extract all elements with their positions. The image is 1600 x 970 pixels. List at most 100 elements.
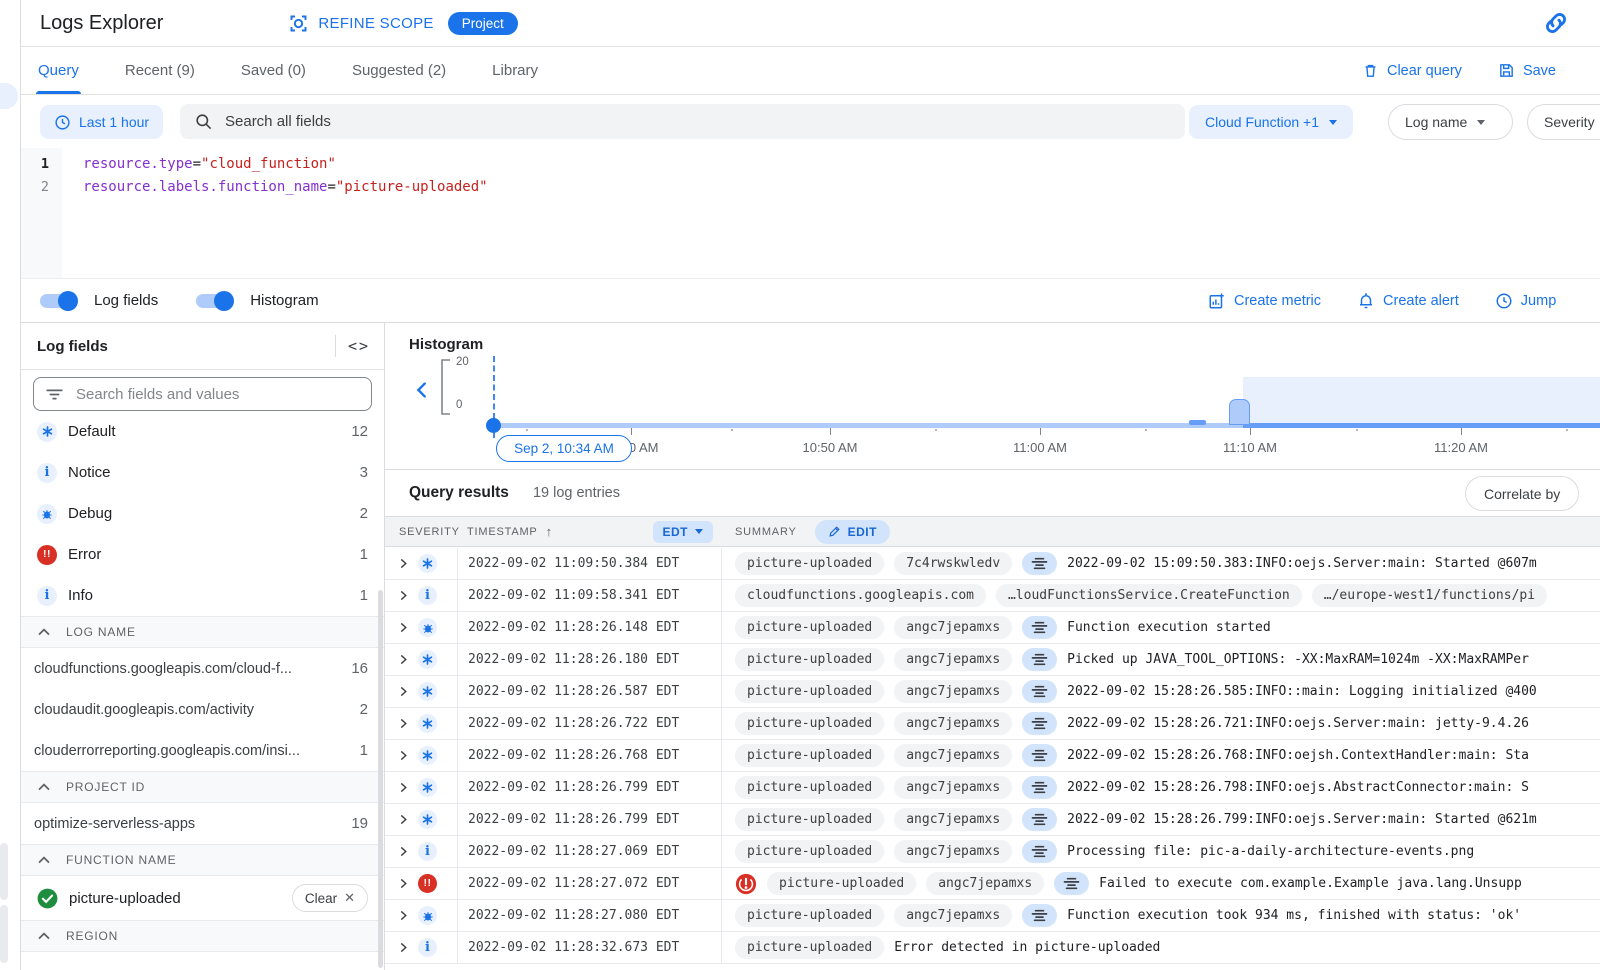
refine-scope-button[interactable]: REFINE SCOPE	[288, 13, 433, 34]
create-alert-button[interactable]: Create alert	[1357, 292, 1459, 310]
histogram-toggle[interactable]: Histogram	[196, 292, 318, 309]
expand-row-icon[interactable]	[399, 942, 408, 953]
clear-filter-button[interactable]: Clear✕	[292, 884, 368, 912]
copy-link-icon[interactable]	[1542, 9, 1570, 37]
payload-lines-icon[interactable]	[1022, 680, 1057, 703]
payload-lines-icon[interactable]	[1022, 808, 1057, 831]
payload-lines-icon[interactable]	[1022, 616, 1057, 639]
severity-facet-info[interactable]: iInfo1	[21, 575, 384, 616]
resource-chip[interactable]: picture-uploaded	[735, 744, 884, 767]
payload-lines-icon[interactable]	[1054, 872, 1089, 895]
create-metric-button[interactable]: Create metric	[1208, 292, 1321, 310]
resource-chip[interactable]: angc7jepamxs	[894, 648, 1012, 671]
payload-lines-icon[interactable]	[1022, 776, 1057, 799]
severity-filter[interactable]: Severity	[1527, 104, 1600, 140]
expand-row-icon[interactable]	[399, 910, 408, 921]
severity-facet-error[interactable]: !!Error1	[21, 534, 384, 575]
tab-saved[interactable]: Saved (0)	[239, 47, 308, 94]
search-input[interactable]	[225, 113, 1171, 130]
resource-chip[interactable]: angc7jepamxs	[894, 904, 1012, 927]
timestamp-column-header[interactable]: TIMESTAMP ↑ EDT	[457, 521, 721, 543]
resource-chip[interactable]: picture-uploaded	[735, 616, 884, 639]
facet-item[interactable]: cloudaudit.googleapis.com/activity2	[21, 689, 384, 730]
resource-chip[interactable]: picture-uploaded	[735, 840, 884, 863]
expand-row-icon[interactable]	[399, 686, 408, 697]
expand-row-icon[interactable]	[399, 558, 408, 569]
resource-chip[interactable]: angc7jepamxs	[894, 744, 1012, 767]
resource-chip[interactable]: 7c4rwskwledv	[894, 552, 1012, 575]
resource-chip[interactable]: picture-uploaded	[735, 680, 884, 703]
payload-lines-icon[interactable]	[1022, 552, 1057, 575]
resource-chip[interactable]: angc7jepamxs	[894, 808, 1012, 831]
expand-row-icon[interactable]	[399, 622, 408, 633]
expand-row-icon[interactable]	[399, 750, 408, 761]
edit-summary-button[interactable]: EDIT	[815, 520, 890, 544]
resource-chip[interactable]: picture-uploaded	[735, 776, 884, 799]
outer-scrollbar[interactable]	[0, 843, 8, 900]
resource-chip[interactable]: …loudFunctionsService.CreateFunction	[996, 584, 1302, 607]
fields-search-input[interactable]	[76, 386, 359, 403]
tab-query[interactable]: Query	[36, 47, 81, 94]
time-range-slider-handle[interactable]	[486, 418, 501, 433]
tab-library[interactable]: Library	[490, 47, 540, 94]
resource-chip[interactable]: angc7jepamxs	[894, 616, 1012, 639]
sort-ascending-icon[interactable]: ↑	[546, 524, 553, 539]
payload-lines-icon[interactable]	[1022, 904, 1057, 927]
facet-item[interactable]: optimize-serverless-apps19	[21, 803, 384, 844]
save-button[interactable]: Save	[1498, 62, 1556, 79]
resource-chip[interactable]: cloudfunctions.googleapis.com	[735, 584, 986, 607]
resource-chip[interactable]: picture-uploaded	[767, 872, 916, 895]
outer-scrollbar[interactable]	[0, 905, 8, 963]
selection-time-pill[interactable]: Sep 2, 10:34 AM	[496, 435, 632, 462]
histogram-bar[interactable]	[1229, 399, 1250, 425]
histogram-pan-left-icon[interactable]	[411, 379, 433, 401]
expand-row-icon[interactable]	[399, 654, 408, 665]
log-fields-toggle[interactable]: Log fields	[40, 292, 158, 309]
severity-facet-notice[interactable]: iNotice3	[21, 452, 384, 493]
jump-to-now-button[interactable]: Jump	[1495, 292, 1556, 310]
severity-facet-default[interactable]: Default12	[21, 411, 384, 452]
resource-chip[interactable]: angc7jepamxs	[894, 776, 1012, 799]
expand-row-icon[interactable]	[399, 878, 408, 889]
resource-chip[interactable]: picture-uploaded	[735, 552, 884, 575]
panel-scrollbar[interactable]	[378, 590, 383, 968]
expand-row-icon[interactable]	[399, 814, 408, 825]
section-header-project-id[interactable]: PROJECT ID	[21, 771, 384, 803]
histogram-bar[interactable]	[1189, 420, 1206, 425]
resource-filter-chip[interactable]: Cloud Function +1	[1189, 105, 1353, 139]
query-editor[interactable]: 12 resource.type="cloud_function"resourc…	[21, 148, 1600, 278]
resource-chip[interactable]: …/europe-west1/functions/pi	[1312, 584, 1547, 607]
payload-lines-icon[interactable]	[1022, 712, 1057, 735]
expand-row-icon[interactable]	[399, 718, 408, 729]
tab-recent[interactable]: Recent (9)	[123, 47, 197, 94]
scope-badge[interactable]: Project	[448, 12, 518, 35]
resource-chip[interactable]: angc7jepamxs	[894, 840, 1012, 863]
time-range-slider-track-active[interactable]	[1243, 423, 1600, 428]
payload-lines-icon[interactable]	[1022, 840, 1057, 863]
resource-chip[interactable]: angc7jepamxs	[894, 680, 1012, 703]
payload-lines-icon[interactable]	[1022, 648, 1057, 671]
tab-suggested[interactable]: Suggested (2)	[350, 47, 448, 94]
section-header-log-name[interactable]: LOG NAME	[21, 616, 384, 648]
resource-chip[interactable]: picture-uploaded	[735, 712, 884, 735]
expand-row-icon[interactable]	[399, 846, 408, 857]
resource-chip[interactable]: angc7jepamxs	[926, 872, 1044, 895]
section-header-region[interactable]: REGION	[21, 920, 384, 952]
clear-query-button[interactable]: Clear query	[1362, 62, 1462, 79]
facet-item[interactable]: cloudfunctions.googleapis.com/cloud-f...…	[21, 648, 384, 689]
resource-chip[interactable]: angc7jepamxs	[894, 712, 1012, 735]
facet-item-selected[interactable]: picture-uploadedClear✕	[21, 876, 384, 920]
facet-item[interactable]: clouderrorreporting.googleapis.com/insi.…	[21, 730, 384, 771]
timezone-selector[interactable]: EDT	[653, 521, 714, 543]
log-name-filter[interactable]: Log name	[1388, 104, 1513, 140]
collapse-panel-icon[interactable]: <>	[348, 337, 370, 355]
query-code[interactable]: resource.type="cloud_function"resource.l…	[83, 153, 1600, 199]
section-header-function-name[interactable]: FUNCTION NAME	[21, 844, 384, 876]
resource-chip[interactable]: picture-uploaded	[735, 808, 884, 831]
resource-chip[interactable]: picture-uploaded	[735, 904, 884, 927]
resource-chip[interactable]: picture-uploaded	[735, 936, 884, 959]
correlate-by-button[interactable]: Correlate by	[1465, 476, 1579, 511]
expand-row-icon[interactable]	[399, 590, 408, 601]
payload-lines-icon[interactable]	[1022, 744, 1057, 767]
severity-facet-debug[interactable]: Debug2	[21, 493, 384, 534]
